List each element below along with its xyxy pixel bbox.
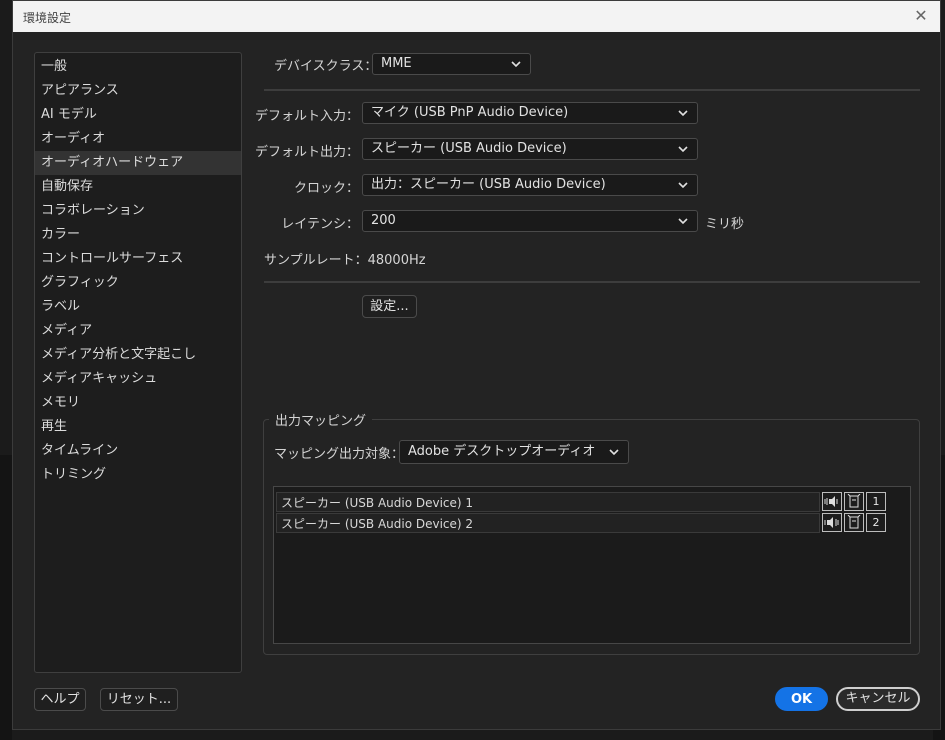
sidebar-item[interactable]: 自動保存 <box>35 175 241 199</box>
mapping-row-label: スピーカー (USB Audio Device) 1 <box>281 496 474 510</box>
cancel-button[interactable]: キャンセル <box>836 687 920 711</box>
sidebar-item[interactable]: カラー <box>35 223 241 247</box>
title-bar: 環境設定 ✕ <box>13 1 940 32</box>
sidebar-item[interactable]: メモリ <box>35 391 241 415</box>
window-title: 環境設定 <box>23 11 72 25</box>
mapping-row[interactable]: スピーカー (USB Audio Device) 2 <box>276 513 820 533</box>
sidebar-item[interactable]: グラフィック <box>35 271 241 295</box>
reset-button[interactable]: リセット... <box>100 688 178 711</box>
sidebar-item[interactable]: メディア <box>35 319 241 343</box>
sidebar-item[interactable]: ラベル <box>35 295 241 319</box>
sidebar-item[interactable]: 再生 <box>35 415 241 439</box>
speaker-right-glyph <box>824 517 839 528</box>
separator <box>264 89 920 91</box>
close-icon[interactable]: ✕ <box>910 5 932 27</box>
device-class-select[interactable]: MME <box>372 53 531 75</box>
mapping-target-label: マッピング出力対象： <box>274 447 405 462</box>
chevron-down-icon <box>609 449 619 456</box>
background-app <box>0 455 12 740</box>
latency-select[interactable]: 200 <box>362 210 698 232</box>
chevron-down-icon <box>678 182 688 189</box>
latency-value: 200 <box>371 213 396 228</box>
sidebar-item[interactable]: コラボレーション <box>35 199 241 223</box>
speaker-left-glyph <box>824 496 838 507</box>
audio-settings-button[interactable]: 設定... <box>362 295 417 318</box>
sidebar-item[interactable]: 一般 <box>35 55 241 79</box>
channel-routing-glyph <box>847 494 861 508</box>
sidebar-item[interactable]: タイムライン <box>35 439 241 463</box>
separator <box>264 281 920 283</box>
device-class-label: デバイスクラス： <box>274 59 378 74</box>
clock-label: クロック： <box>293 181 359 196</box>
clock-value: 出力：スピーカー (USB Audio Device) <box>371 177 606 192</box>
channel-number-box[interactable]: 1 <box>866 492 886 511</box>
sample-rate-text: サンプルレート：48000Hz <box>264 253 426 268</box>
device-class-value: MME <box>381 56 412 71</box>
preferences-sidebar: 一般 アピアランス AI モデル オーディオ オーディオハードウェア 自動保存 コラボレーシ… <box>34 52 242 673</box>
channel-number-box[interactable]: 2 <box>866 513 886 532</box>
channel-routing-glyph <box>847 515 861 529</box>
sidebar-item[interactable]: AI モデル <box>35 103 241 127</box>
speaker-right-icon[interactable] <box>822 513 842 532</box>
ok-button[interactable]: OK <box>775 687 828 711</box>
channel-routing-icon[interactable] <box>844 492 864 511</box>
mapping-row-label: スピーカー (USB Audio Device) 2 <box>281 517 474 531</box>
chevron-down-icon <box>678 146 688 153</box>
speaker-left-icon[interactable] <box>822 492 842 511</box>
default-output-select[interactable]: スピーカー (USB Audio Device) <box>362 138 698 160</box>
chevron-down-icon <box>678 218 688 225</box>
mapping-target-select[interactable]: Adobe デスクトップオーディオ <box>399 440 629 464</box>
mapping-target-value: Adobe デスクトップオーディオ <box>408 444 596 459</box>
sidebar-item[interactable]: コントロールサーフェス <box>35 247 241 271</box>
latency-label: レイテンシ： <box>281 217 359 232</box>
default-output-value: スピーカー (USB Audio Device) <box>371 141 567 156</box>
sidebar-item[interactable]: メディアキャッシュ <box>35 367 241 391</box>
sidebar-item[interactable]: オーディオ <box>35 127 241 151</box>
default-output-label: デフォルト出力： <box>254 145 359 160</box>
default-input-label: デフォルト入力： <box>254 109 359 124</box>
help-button[interactable]: ヘルプ <box>34 688 86 711</box>
channel-routing-icon[interactable] <box>844 513 864 532</box>
sidebar-item[interactable]: メディア分析と文字起こし <box>35 343 241 367</box>
default-input-value: マイク (USB PnP Audio Device) <box>371 105 569 120</box>
latency-unit: ミリ秒 <box>705 217 745 232</box>
sidebar-item[interactable]: アピアランス <box>35 79 241 103</box>
chevron-down-icon <box>511 61 521 68</box>
sidebar-item[interactable]: トリミング <box>35 463 241 487</box>
default-input-select[interactable]: マイク (USB PnP Audio Device) <box>362 102 698 124</box>
mapping-row[interactable]: スピーカー (USB Audio Device) 1 <box>276 492 820 512</box>
clock-select[interactable]: 出力：スピーカー (USB Audio Device) <box>362 174 698 196</box>
sidebar-item[interactable]: オーディオハードウェア <box>35 151 241 175</box>
preferences-dialog: 環境設定 ✕ 一般 アピアランス AI モデル オーディオ オーディオハードウェア 自動保… <box>12 0 941 730</box>
output-mapping-title: 出力マッピング <box>269 410 373 429</box>
chevron-down-icon <box>678 110 688 117</box>
output-mapping-list: スピーカー (USB Audio Device) 1 1 スピーカー (USB … <box>273 486 911 644</box>
